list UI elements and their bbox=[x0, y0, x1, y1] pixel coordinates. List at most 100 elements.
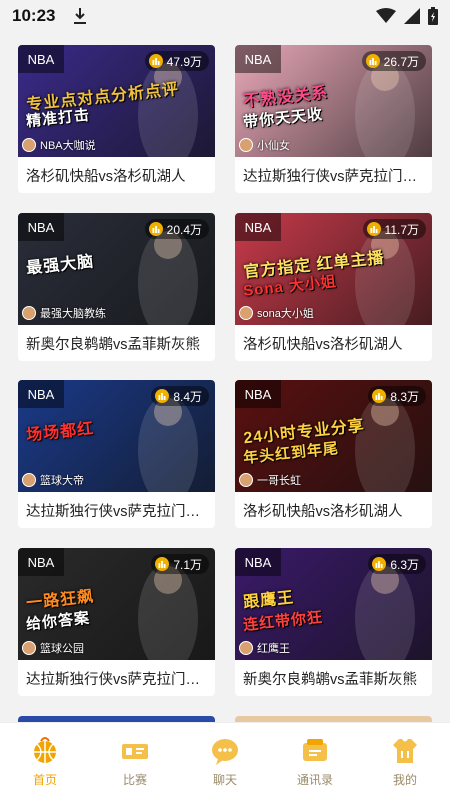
jersey-icon bbox=[393, 739, 417, 763]
tab-label: 首页 bbox=[32, 773, 57, 787]
avatar bbox=[22, 473, 36, 487]
live-thumbnail[interactable]: 官方指定 红单主播 Sona 大小姐 NBA 11.7万 sona大小姐 bbox=[235, 213, 432, 325]
streamer-name: 最强大脑教练 bbox=[40, 308, 106, 320]
live-card[interactable]: 一路狂飙 给你答案 NBA 7.1万 篮球公园 达拉斯独行侠vs萨克拉门托国王 bbox=[18, 548, 215, 696]
tab-label: 我的 bbox=[392, 773, 417, 787]
avatar bbox=[22, 306, 36, 320]
viewer-count: 47.9万 bbox=[166, 54, 202, 69]
match-title[interactable]: 新奥尔良鹈鹕vs孟菲斯灰熊 bbox=[243, 668, 426, 689]
live-thumbnail[interactable]: 跟鹰王 连红带你狂 NBA 6.3万 红鹰王 bbox=[235, 548, 432, 660]
basketball-home-icon bbox=[34, 737, 56, 763]
tab-matches[interactable]: 比赛 bbox=[90, 723, 180, 800]
match-title[interactable]: 洛杉矶快船vs洛杉矶湖人 bbox=[243, 500, 426, 521]
league-tag: NBA bbox=[235, 45, 281, 73]
live-thumbnail[interactable]: 不熟没关系 带你天天收 NBA 26.7万 小仙女 bbox=[235, 45, 432, 157]
match-title[interactable]: 达拉斯独行侠vs萨克拉门托国王 bbox=[26, 668, 209, 689]
streamer-info: 篮球大帝 bbox=[22, 472, 84, 488]
avatar bbox=[239, 306, 253, 320]
viewer-count-badge: 8.3万 bbox=[368, 386, 426, 406]
tab-profile[interactable]: 我的 bbox=[360, 723, 450, 800]
league-tag: NBA bbox=[235, 380, 281, 408]
live-card[interactable]: 官方指定 红单主播 Sona 大小姐 NBA 11.7万 sona大小姐 洛杉矶… bbox=[235, 213, 432, 361]
streamer-info: 一哥长虹 bbox=[239, 472, 301, 488]
viewer-count-badge: 7.1万 bbox=[151, 554, 209, 574]
avatar bbox=[239, 473, 253, 487]
avatar bbox=[22, 138, 36, 152]
live-card[interactable]: 最强大脑 NBA 20.4万 最强大脑教练 新奥尔良鹈鹕vs孟菲斯灰熊 bbox=[18, 213, 215, 361]
streamer-name: 小仙女 bbox=[257, 140, 290, 152]
popularity-bars-icon bbox=[155, 557, 170, 571]
live-card[interactable]: 24小时专业分享 年头红到年尾 NBA 8.3万 一哥长虹 洛杉矶快船vs洛杉矶… bbox=[235, 380, 432, 528]
live-card[interactable]: 不熟没关系 带你天天收 NBA 26.7万 小仙女 达拉斯独行侠vs萨克拉门托国… bbox=[235, 45, 432, 193]
status-bar: 10:23 bbox=[0, 0, 450, 32]
viewer-count: 26.7万 bbox=[383, 54, 419, 69]
popularity-bars-icon bbox=[155, 389, 170, 403]
league-tag: NBA bbox=[18, 548, 64, 576]
viewer-count: 11.7万 bbox=[384, 222, 419, 237]
viewer-count-badge: 20.4万 bbox=[144, 219, 209, 239]
tab-label: 聊天 bbox=[212, 773, 237, 787]
tab-contacts[interactable]: 通讯录 bbox=[270, 723, 360, 800]
tab-label: 通讯录 bbox=[296, 773, 333, 787]
live-card[interactable]: 专业点对点分析点评 精准打击 NBA 47.9万 NBA大咖说 洛杉矶快船vs洛… bbox=[18, 45, 215, 193]
live-feed[interactable]: 专业点对点分析点评 精准打击 NBA 47.9万 NBA大咖说 洛杉矶快船vs洛… bbox=[0, 32, 450, 722]
popularity-bars-icon bbox=[148, 222, 163, 236]
contacts-icon bbox=[303, 739, 327, 761]
match-title[interactable]: 达拉斯独行侠vs萨克拉门托国王 bbox=[26, 500, 209, 521]
streamer-info: sona大小姐 bbox=[239, 305, 314, 321]
match-title[interactable]: 洛杉矶快船vs洛杉矶湖人 bbox=[26, 165, 209, 186]
streamer-name: 篮球公园 bbox=[40, 643, 84, 655]
popularity-bars-icon bbox=[148, 54, 163, 68]
league-tag: NBA bbox=[18, 213, 64, 241]
download-icon bbox=[74, 8, 87, 24]
streamer-info: 红鹰王 bbox=[239, 640, 290, 656]
league-tag: NBA bbox=[235, 213, 281, 241]
streamer-name: 篮球大帝 bbox=[40, 475, 84, 487]
viewer-count: 8.3万 bbox=[390, 389, 419, 404]
streamer-name: sona大小姐 bbox=[257, 308, 314, 320]
popularity-bars-icon bbox=[372, 557, 387, 571]
battery-icon bbox=[428, 7, 438, 25]
live-thumbnail[interactable]: 24小时专业分享 年头红到年尾 NBA 8.3万 一哥长虹 bbox=[235, 380, 432, 492]
status-time: 10:23 bbox=[12, 6, 56, 25]
wifi-icon bbox=[376, 8, 396, 23]
signal-icon bbox=[404, 8, 420, 24]
streamer-info: 小仙女 bbox=[239, 137, 290, 153]
league-tag: NBA bbox=[18, 45, 64, 73]
match-title[interactable]: 洛杉矶快船vs洛杉矶湖人 bbox=[243, 333, 426, 354]
popularity-bars-icon bbox=[372, 389, 387, 403]
match-title[interactable]: 达拉斯独行侠vs萨克拉门托国王 bbox=[243, 165, 426, 186]
avatar bbox=[239, 641, 253, 655]
popularity-bars-icon bbox=[366, 222, 381, 236]
bottom-tab-bar: 首页 比赛 聊天 通讯录 我的 bbox=[0, 722, 450, 800]
popularity-bars-icon bbox=[365, 54, 380, 68]
streamer-name: NBA大咖说 bbox=[40, 140, 96, 152]
live-thumbnail[interactable]: 一路狂飙 给你答案 NBA 7.1万 篮球公园 bbox=[18, 548, 215, 660]
viewer-count-badge: 11.7万 bbox=[362, 219, 426, 239]
chat-bubble-icon bbox=[212, 739, 238, 765]
viewer-count: 20.4万 bbox=[166, 222, 202, 237]
viewer-count-badge: 6.3万 bbox=[368, 554, 426, 574]
avatar bbox=[22, 641, 36, 655]
live-thumbnail[interactable]: 最强大脑 NBA 20.4万 最强大脑教练 bbox=[18, 213, 215, 325]
league-tag: NBA bbox=[235, 548, 281, 576]
match-title[interactable]: 新奥尔良鹈鹕vs孟菲斯灰熊 bbox=[26, 333, 209, 354]
streamer-name: 红鹰王 bbox=[257, 643, 290, 655]
streamer-info: 篮球公园 bbox=[22, 640, 84, 656]
ticket-icon bbox=[122, 744, 148, 759]
viewer-count-badge: 47.9万 bbox=[144, 51, 209, 71]
avatar bbox=[239, 138, 253, 152]
live-card[interactable]: 场场都红 NBA 8.4万 篮球大帝 达拉斯独行侠vs萨克拉门托国王 bbox=[18, 380, 215, 528]
viewer-count: 8.4万 bbox=[173, 389, 202, 404]
viewer-count: 7.1万 bbox=[173, 557, 202, 572]
live-thumbnail[interactable]: 场场都红 NBA 8.4万 篮球大帝 bbox=[18, 380, 215, 492]
streamer-info: NBA大咖说 bbox=[22, 137, 96, 153]
tab-chat[interactable]: 聊天 bbox=[180, 723, 270, 800]
tab-home[interactable]: 首页 bbox=[0, 723, 90, 800]
live-card[interactable]: 跟鹰王 连红带你狂 NBA 6.3万 红鹰王 新奥尔良鹈鹕vs孟菲斯灰熊 bbox=[235, 548, 432, 696]
viewer-count: 6.3万 bbox=[390, 557, 419, 572]
viewer-count-badge: 8.4万 bbox=[151, 386, 209, 406]
tab-label: 比赛 bbox=[122, 773, 147, 787]
league-tag: NBA bbox=[18, 380, 64, 408]
live-thumbnail[interactable]: 专业点对点分析点评 精准打击 NBA 47.9万 NBA大咖说 bbox=[18, 45, 215, 157]
